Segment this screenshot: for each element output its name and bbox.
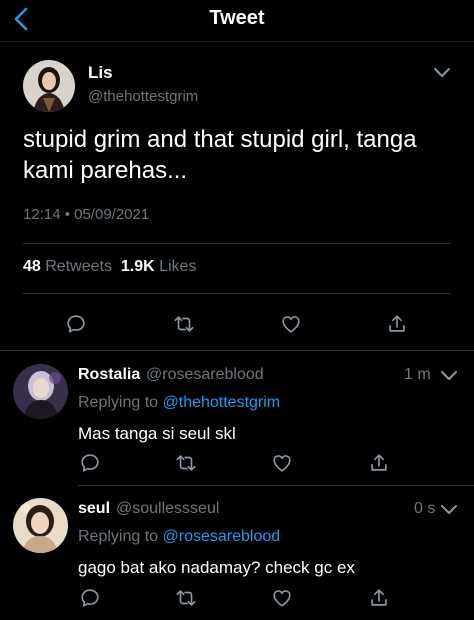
tweet-timestamp[interactable]: 12:14 • 05/09/2021	[23, 206, 149, 223]
retweet-button[interactable]	[173, 313, 195, 335]
retweet-button[interactable]	[175, 587, 197, 609]
reply-icon	[81, 589, 99, 607]
replying-to: Replying to @rosesareblood	[78, 528, 280, 546]
divider	[0, 350, 474, 351]
share-button[interactable]	[386, 313, 408, 335]
reply-button[interactable]	[79, 452, 101, 474]
share-icon	[389, 315, 405, 332]
reply-button[interactable]	[79, 587, 101, 609]
like-icon	[282, 316, 300, 333]
reply-timestamp: 0 s	[414, 500, 436, 517]
like-icon	[273, 455, 291, 472]
replying-prefix: Replying to	[78, 394, 159, 411]
reply-options-button[interactable]	[440, 503, 458, 515]
reply-author-handle[interactable]: @soullessseul	[116, 500, 219, 518]
chevron-down-icon	[441, 371, 457, 380]
like-label: Likes	[159, 258, 197, 275]
chevron-down-icon	[441, 505, 457, 514]
share-button[interactable]	[368, 452, 390, 474]
replying-to: Replying to @thehottestgrim	[78, 394, 280, 412]
share-icon	[371, 589, 387, 606]
engagement-stats: 48 Retweets 1.9K Likes	[23, 258, 196, 276]
retweet-count: 48	[23, 258, 41, 275]
mention-link[interactable]: @rosesareblood	[163, 528, 281, 545]
like-button[interactable]	[271, 452, 293, 474]
reply-avatar[interactable]	[13, 364, 68, 419]
retweet-icon	[176, 590, 196, 606]
divider	[23, 243, 451, 244]
divider	[78, 485, 474, 486]
tweet-text: stupid grim and that stupid girl, tanga …	[23, 126, 417, 184]
mention-link[interactable]: @thehottestgrim	[163, 394, 281, 411]
replying-prefix: Replying to	[78, 528, 159, 545]
author-avatar[interactable]	[23, 60, 75, 112]
like-button[interactable]	[271, 587, 293, 609]
like-count: 1.9K	[120, 258, 155, 275]
like-icon	[273, 590, 291, 607]
reply-text: Mas tanga si seul skl	[78, 424, 236, 443]
tweet-options-button[interactable]	[433, 66, 451, 78]
reply-icon	[67, 315, 85, 333]
retweet-icon	[174, 316, 194, 332]
like-count-link[interactable]: 1.9K Likes	[121, 258, 197, 275]
share-icon	[371, 454, 387, 471]
chevron-down-icon	[434, 68, 450, 77]
like-button[interactable]	[280, 313, 302, 335]
share-button[interactable]	[368, 587, 390, 609]
retweet-count-link[interactable]: 48 Retweets	[23, 258, 112, 275]
reply-icon	[81, 454, 99, 472]
retweet-icon	[176, 455, 196, 471]
reply-author-name[interactable]: seul	[78, 500, 110, 518]
retweet-label: Retweets	[45, 258, 112, 275]
retweet-button[interactable]	[175, 452, 197, 474]
reply-button[interactable]	[65, 313, 87, 335]
reply-author-handle[interactable]: @rosesareblood	[146, 366, 264, 384]
reply-avatar[interactable]	[13, 498, 68, 553]
page-title: Tweet	[209, 7, 265, 29]
divider	[23, 293, 451, 294]
reply-timestamp: 1 m	[404, 366, 431, 383]
author-name[interactable]: Lis	[88, 63, 113, 83]
reply-author-name[interactable]: Rostalia	[78, 366, 140, 384]
reply-options-button[interactable]	[440, 369, 458, 381]
reply-text: gago bat ako nadamay? check gc ex	[78, 558, 355, 577]
top-nav-bar: Tweet	[0, 0, 474, 42]
author-handle[interactable]: @thehottestgrim	[88, 88, 198, 105]
